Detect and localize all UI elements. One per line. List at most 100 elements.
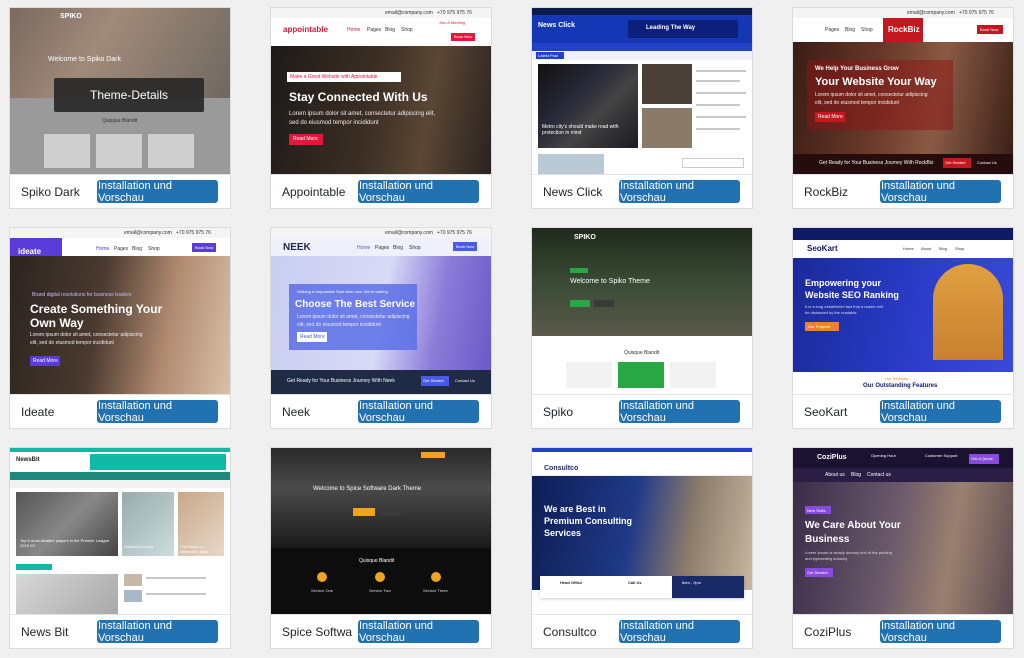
hero-button[interactable] (353, 508, 375, 516)
nav-blog[interactable]: Blog (845, 27, 855, 33)
theme-card-consultco[interactable]: Consultco We are Best in Premium Consult… (531, 447, 753, 649)
theme-screenshot[interactable]: NewsBit Top 5 most Awaited players in th… (10, 448, 230, 614)
nav-blog[interactable]: Blog (851, 472, 861, 478)
search-box[interactable] (682, 158, 744, 168)
install-preview-button[interactable]: Installation und Vorschau (358, 180, 479, 204)
theme-screenshot[interactable]: SPIKO Welcome to Spiko Dark Quisque Blan… (10, 8, 230, 174)
hero-button[interactable] (570, 300, 590, 307)
theme-screenshot[interactable]: email@company.com +70 975 975 76 ideate … (10, 228, 230, 394)
install-preview-button[interactable]: Installation und Vorschau (880, 400, 1001, 424)
contact-us-button[interactable]: Contact Us (977, 160, 997, 165)
install-preview-button[interactable]: Installation und Vorschau (358, 620, 479, 644)
theme-card-spiko[interactable]: SPIKO Welcome to Spiko Theme Quisque Bla… (531, 227, 753, 429)
hero-title-2: Premium Consulting (544, 516, 633, 526)
hero-tag: We Help Your Business Grow (815, 66, 899, 72)
phone-text: +70 975 975 76 (437, 230, 472, 236)
get-started-button[interactable]: Get Started (943, 158, 971, 168)
nav-blog[interactable]: Blog (132, 246, 142, 252)
nav-shop[interactable]: Shop (955, 246, 964, 251)
nav-contact[interactable]: Contact us (867, 472, 891, 478)
theme-screenshot[interactable]: email@company.com +70 975 975 76 appoint… (271, 8, 491, 174)
phone-text: +70 975 975 76 (437, 10, 472, 16)
nav-shop[interactable]: Shop (861, 27, 873, 33)
nav-home[interactable]: Home (357, 245, 370, 251)
contact-us-button[interactable]: Contact Us (455, 378, 475, 383)
read-more-button[interactable]: Read More (297, 332, 327, 342)
theme-details-button[interactable]: Theme-Details (54, 78, 204, 112)
theme-card-rockbiz[interactable]: email@company.com +70 975 975 76 Pages B… (792, 7, 1014, 209)
theme-name: CoziPlus (804, 625, 852, 639)
hero-button[interactable] (379, 508, 401, 516)
install-preview-button[interactable]: Installation und Vorschau (619, 620, 740, 644)
nav-pages[interactable]: Pages (375, 245, 389, 251)
read-more-button[interactable]: Read More (815, 112, 845, 122)
install-preview-button[interactable]: Installation und Vorschau (97, 400, 218, 424)
nav-shop[interactable]: Shop (401, 27, 413, 33)
theme-card-spiko-dark[interactable]: SPIKO Welcome to Spiko Dark Quisque Blan… (9, 7, 231, 209)
nav-home[interactable]: Home (903, 246, 914, 251)
theme-card-news-click[interactable]: News Click Leading The Way Latest Post M… (531, 7, 753, 209)
nav-shop[interactable]: Shop (148, 246, 160, 252)
nav-blog[interactable]: Blog (393, 245, 403, 251)
hero-title-2: Website SEO Ranking (805, 290, 899, 300)
theme-card-coziplus[interactable]: CoziPlus Opening Hour Customer Support G… (792, 447, 1014, 649)
book-now-button[interactable]: Book Now (453, 242, 477, 251)
theme-name: RockBiz (804, 185, 849, 199)
nav-bar (532, 43, 752, 51)
install-preview-button[interactable]: Installation und Vorschau (619, 400, 740, 424)
meeting-cta[interactable]: Join A Meeting (439, 20, 465, 25)
quote-button[interactable]: Get A Quote (969, 454, 999, 464)
theme-screenshot[interactable]: email@company.com +70 975 975 76 NEEK Ho… (271, 228, 491, 394)
theme-card-spice-software[interactable]: Welcome to Spice Software Dark Theme Qui… (270, 447, 492, 649)
hero-title-1: We are Best in (544, 504, 606, 514)
hero-body-2: sed do eiusmod tempor incididunt (289, 120, 379, 126)
nav-about[interactable]: About us (825, 472, 845, 478)
get-started-button[interactable]: Get Started (805, 568, 833, 577)
ticker (10, 480, 230, 488)
header-button[interactable] (421, 452, 445, 458)
theme-screenshot[interactable]: Consultco We are Best in Premium Consult… (532, 448, 752, 614)
get-started-button[interactable]: Get Started (421, 376, 449, 386)
theme-card-footer: Spice Softwa Installation und Vorschau (271, 614, 491, 648)
read-more-button[interactable]: Read More (30, 356, 60, 366)
install-preview-button[interactable]: Installation und Vorschau (880, 180, 1001, 204)
nav-bar (10, 472, 230, 480)
nav-shop[interactable]: Shop (409, 245, 421, 251)
theme-screenshot[interactable]: Welcome to Spice Software Dark Theme Qui… (271, 448, 491, 614)
install-preview-button[interactable]: Installation und Vorschau (97, 620, 218, 644)
hero-body-2: elit, sed do eiusmod tempor incididunt (30, 340, 114, 346)
book-now-button[interactable]: Book Now (451, 33, 475, 41)
theme-screenshot[interactable]: email@company.com +70 975 975 76 Pages B… (793, 8, 1013, 174)
theme-card-neek[interactable]: email@company.com +70 975 975 76 NEEK Ho… (270, 227, 492, 429)
install-preview-button[interactable]: Installation und Vorschau (619, 180, 740, 204)
theme-card-appointable[interactable]: email@company.com +70 975 975 76 appoint… (270, 7, 492, 209)
book-now-button[interactable]: Book Now (977, 25, 1003, 34)
nav-pages[interactable]: Pages (825, 27, 839, 33)
info-office: Head Office (560, 580, 583, 585)
install-preview-button[interactable]: Installation und Vorschau (97, 180, 218, 204)
projects-button[interactable]: Our Projects (805, 322, 839, 331)
section-title: Our Outstanding Features (863, 383, 938, 389)
hero-button[interactable] (594, 300, 614, 307)
read-more-button[interactable]: Read More (289, 134, 323, 145)
book-now-button[interactable]: Book Now (192, 243, 216, 252)
nav-pages[interactable]: Pages (114, 246, 128, 252)
nav-blog[interactable]: Blog (939, 246, 947, 251)
nav-home[interactable]: Home (96, 246, 109, 252)
theme-screenshot[interactable]: SPIKO Welcome to Spiko Theme Quisque Bla… (532, 228, 752, 394)
nav-blog[interactable]: Blog (385, 27, 395, 33)
install-preview-button[interactable]: Installation und Vorschau (358, 400, 479, 424)
theme-card-news-bit[interactable]: NewsBit Top 5 most Awaited players in th… (9, 447, 231, 649)
hero-body-2: elit, sed do eiusmod tempor incididunt (815, 100, 899, 106)
theme-card-ideate[interactable]: email@company.com +70 975 975 76 ideate … (9, 227, 231, 429)
theme-screenshot[interactable]: SeoKart Home About Blog Shop Empowering … (793, 228, 1013, 394)
theme-screenshot[interactable]: News Click Leading The Way Latest Post M… (532, 8, 752, 174)
nav-pages[interactable]: Pages (367, 27, 381, 33)
nav-about[interactable]: About (921, 246, 931, 251)
theme-screenshot[interactable]: CoziPlus Opening Hour Customer Support G… (793, 448, 1013, 614)
hero-title-3: Services (544, 528, 582, 538)
customer-support: Customer Support (925, 453, 958, 458)
theme-card-seokart[interactable]: SeoKart Home About Blog Shop Empowering … (792, 227, 1014, 429)
install-preview-button[interactable]: Installation und Vorschau (880, 620, 1001, 644)
nav-home[interactable]: Home (347, 27, 360, 33)
